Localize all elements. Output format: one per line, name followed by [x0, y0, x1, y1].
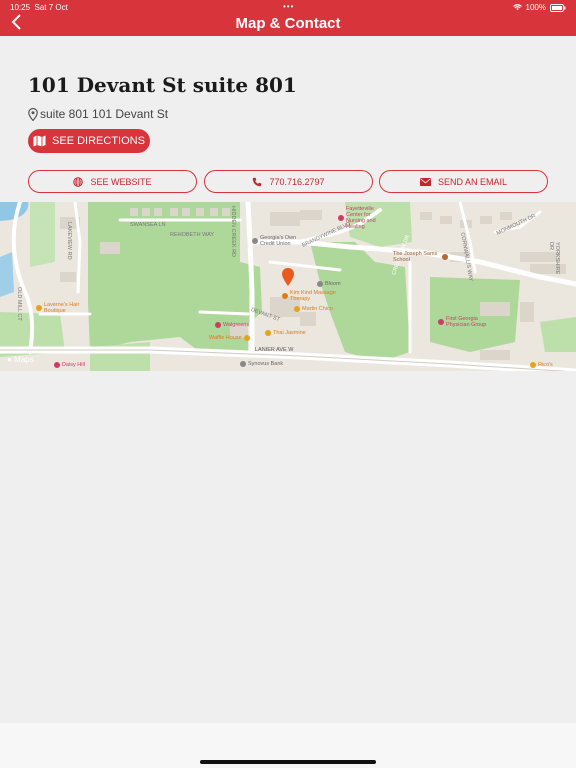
poi-bank[interactable]: Georgia's Own Credit Union	[252, 235, 312, 247]
poi-label: Fayetteville Center for Nursing and Heal…	[346, 206, 376, 230]
see-website-button[interactable]: SEE WEBSITE	[28, 170, 197, 193]
spa-icon	[282, 293, 288, 299]
poi-pharmacy[interactable]: Walgreens	[215, 322, 249, 328]
location-title: 101 Devant St suite 801	[28, 73, 297, 97]
poi-hair[interactable]: Laverne's Hair Boutique	[36, 302, 96, 314]
poi-hospital[interactable]: Fayetteville Center for Nursing and Heal…	[338, 206, 388, 230]
poi-ricos[interactable]: Rico's	[530, 362, 553, 368]
poi-label: Daisy Hill	[62, 362, 85, 368]
apple-logo-icon: ●	[7, 355, 12, 364]
page-title: Map & Contact	[235, 15, 341, 32]
restaurant-icon	[243, 335, 250, 341]
poi-school[interactable]: The Joseph Sams School	[393, 251, 448, 263]
location-map[interactable]: SWANSEA LN REHOBETH WAY HIDDEN CREEK RD …	[0, 202, 576, 371]
address-text: suite 801 101 Devant St	[40, 107, 169, 121]
see-directions-button[interactable]: SEE DIRECTIONS	[28, 129, 150, 153]
pharmacy-icon	[215, 322, 221, 328]
poi-waffle[interactable]: Waffle House	[209, 335, 250, 341]
poi-synovus[interactable]: Synovus Bank	[240, 361, 283, 367]
poi-restaurant[interactable]: Martin Chico	[294, 306, 333, 312]
send-email-button[interactable]: SEND AN EMAIL	[379, 170, 548, 193]
see-directions-label: SEE DIRECTIONS	[52, 135, 145, 147]
medical-icon	[438, 319, 444, 325]
bank-icon	[252, 238, 258, 244]
multitask-dots[interactable]: •••	[283, 2, 294, 11]
envelope-icon	[419, 177, 431, 186]
bank-icon	[240, 361, 246, 367]
street-label: SWANSEA LN	[130, 222, 166, 228]
restaurant-icon	[294, 306, 300, 312]
maps-attribution-label: Maps	[14, 355, 34, 364]
street-label: OLD MILL CT	[16, 287, 22, 321]
poi-label: Rico's	[538, 362, 553, 368]
restaurant-icon	[530, 362, 536, 368]
poi-physician[interactable]: First Georgia Physician Group	[438, 316, 498, 328]
poi-label: Synovus Bank	[248, 361, 284, 367]
poi-label: Thai Jasmine	[273, 330, 306, 336]
medical-icon	[338, 215, 344, 221]
poi-label: Martin Chico	[302, 306, 333, 312]
battery-level: 100%	[525, 3, 546, 12]
school-icon	[442, 254, 448, 260]
map-background	[0, 202, 576, 371]
see-website-label: SEE WEBSITE	[90, 176, 152, 187]
status-right: 100%	[512, 3, 566, 12]
poi-label: First Georgia Physician Group	[446, 316, 487, 328]
street-label: LAKEVIEW RD	[66, 222, 72, 260]
poi-massage[interactable]: Kim Kind Massage Therapy	[282, 290, 342, 302]
maps-attribution[interactable]: ● Maps	[7, 355, 34, 364]
flower-icon	[54, 362, 60, 368]
street-label: LANIER AVE W	[255, 347, 294, 353]
poi-shop[interactable]: Bloom	[317, 281, 341, 287]
restaurant-icon	[265, 330, 271, 336]
poi-label: Laverne's Hair Boutique	[44, 302, 80, 314]
globe-icon	[73, 176, 84, 187]
send-email-label: SEND AN EMAIL	[437, 176, 508, 187]
scissors-icon	[36, 305, 42, 311]
nav-header: 10:25 Sat 7 Oct ••• 100% Map & Contact	[0, 0, 576, 36]
poi-label: Waffle House	[209, 335, 242, 341]
street-label: REHOBETH WAY	[170, 232, 215, 238]
phone-button[interactable]: 770.716.2797	[204, 170, 373, 193]
map-icon	[33, 135, 46, 147]
street-label: YORKSHIRE DR	[548, 242, 560, 275]
phone-label: 770.716.2797	[269, 176, 325, 187]
battery-icon	[550, 3, 566, 12]
shop-icon	[317, 281, 323, 287]
poi-label: Bloom	[325, 281, 341, 287]
poi-daisy[interactable]: Daisy Hill	[54, 362, 85, 368]
address-line: suite 801 101 Devant St	[28, 107, 168, 121]
street-label: HIDDEN CREEK RD	[230, 206, 236, 258]
location-pin-icon	[28, 107, 38, 121]
poi-label: Kim Kind Massage Therapy	[290, 290, 336, 302]
phone-icon	[253, 177, 262, 186]
poi-label: Walgreens	[223, 322, 250, 328]
home-indicator[interactable]	[200, 760, 376, 764]
poi-label: Georgia's Own Credit Union	[260, 235, 297, 247]
poi-thai[interactable]: Thai Jasmine	[265, 330, 306, 336]
poi-label: The Joseph Sams School	[393, 251, 438, 263]
status-time: 10:25 Sat 7 Oct	[10, 3, 68, 12]
wifi-icon	[512, 4, 522, 11]
